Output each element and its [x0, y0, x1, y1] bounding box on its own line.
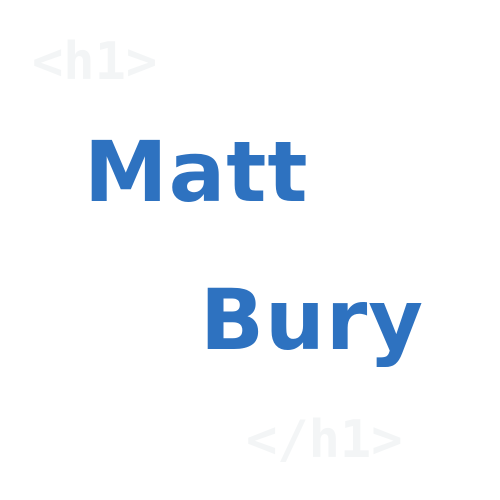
logo-canvas: <h1> Matt Bury </h1> [0, 0, 500, 500]
name-first-word: Matt [84, 123, 309, 221]
name-last-word: Bury [200, 271, 425, 369]
h1-open-tag-watermark: <h1> [32, 32, 158, 92]
h1-close-tag-watermark: </h1> [246, 410, 403, 470]
